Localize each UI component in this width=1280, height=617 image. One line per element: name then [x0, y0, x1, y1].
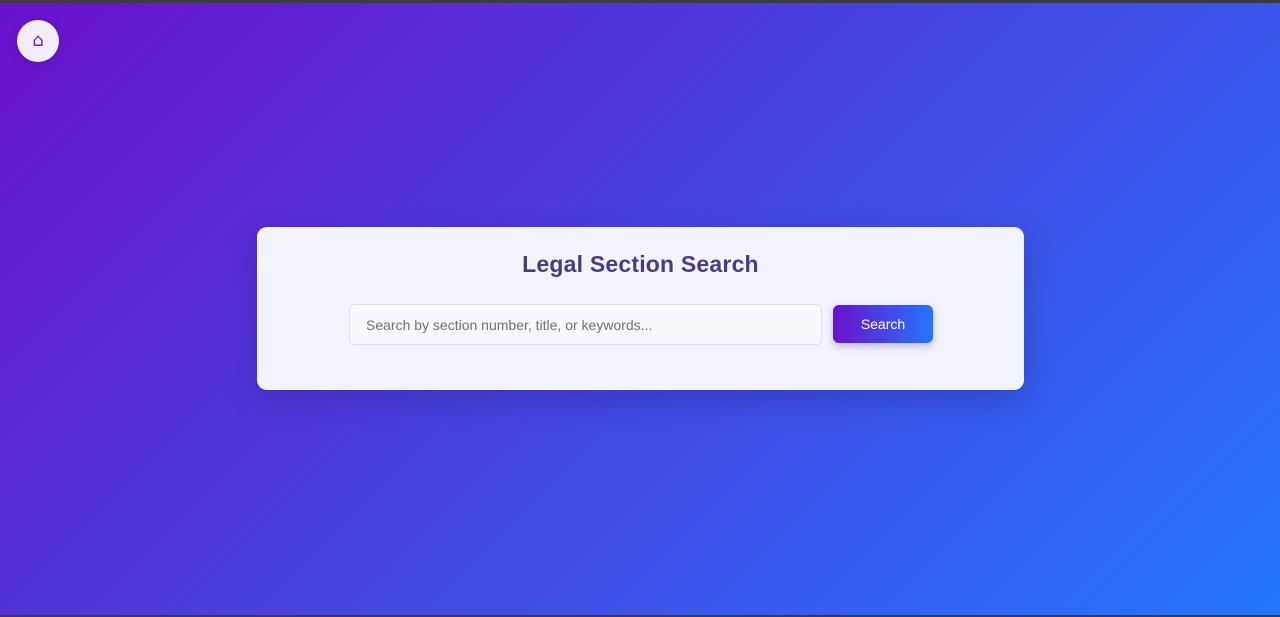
home-icon: ⌂	[32, 30, 44, 51]
search-row: Search	[349, 304, 933, 345]
search-button[interactable]: Search	[833, 305, 933, 343]
search-input[interactable]	[349, 304, 822, 345]
window-top-edge	[0, 0, 1280, 3]
page-title: Legal Section Search	[522, 251, 759, 277]
search-card: Legal Section Search Search	[257, 227, 1024, 390]
home-button[interactable]: ⌂	[17, 20, 59, 62]
